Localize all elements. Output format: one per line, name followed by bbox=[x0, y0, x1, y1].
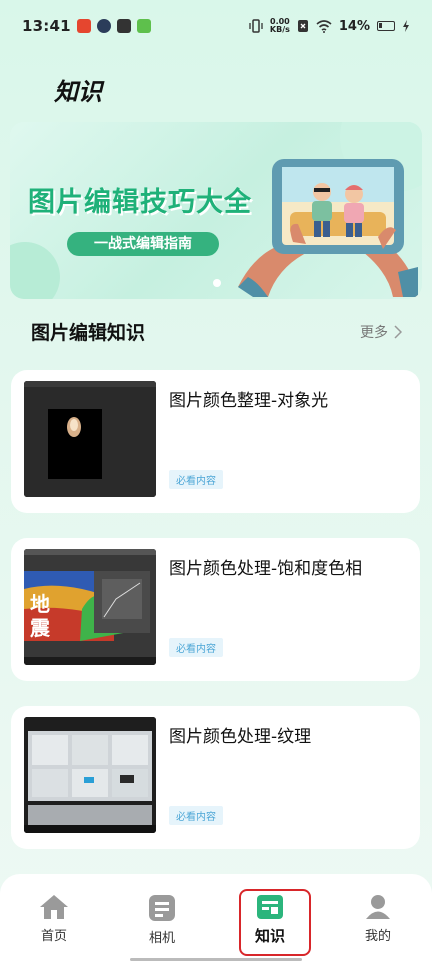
section-title: 图片编辑知识 bbox=[31, 322, 146, 344]
article-thumbnail: 地 震 bbox=[24, 549, 156, 665]
camera-icon bbox=[149, 895, 175, 921]
charging-icon bbox=[403, 20, 409, 32]
article-title: 图片颜色整理-对象光 bbox=[169, 391, 329, 411]
tablet-illustration bbox=[238, 159, 418, 297]
status-bar: 13:41 0.00 KB/s 14% bbox=[0, 0, 432, 52]
must-read-badge: 必看内容 bbox=[169, 806, 223, 825]
article-thumbnail bbox=[24, 381, 156, 497]
page-title: 知识 bbox=[54, 78, 102, 106]
article-title: 图片颜色处理-饱和度色相 bbox=[169, 559, 363, 579]
decor-bubble bbox=[10, 242, 60, 299]
vibrate-icon bbox=[249, 19, 263, 33]
nav-home-label: 首页 bbox=[40, 929, 67, 944]
nav-profile-label: 我的 bbox=[364, 929, 391, 944]
battery-icon bbox=[377, 21, 395, 31]
nav-camera-label: 相机 bbox=[148, 931, 175, 946]
nav-profile[interactable]: 我的 bbox=[338, 894, 418, 944]
banner-title: 图片编辑技巧大全 bbox=[28, 187, 252, 218]
nav-home[interactable]: 首页 bbox=[14, 894, 94, 944]
wifi-icon bbox=[316, 19, 332, 33]
sim-off-icon bbox=[297, 20, 308, 32]
article-card[interactable]: 图片颜色处理-纹理 必看内容 bbox=[11, 706, 420, 849]
status-time: 13:41 bbox=[22, 17, 71, 35]
app-notification-icon bbox=[76, 19, 91, 33]
must-read-badge: 必看内容 bbox=[169, 470, 223, 489]
banner-subtitle: 一战式编辑指南 bbox=[67, 232, 219, 256]
article-thumbnail bbox=[24, 717, 156, 833]
message-icon bbox=[116, 19, 131, 33]
article-title: 图片颜色处理-纹理 bbox=[169, 727, 312, 747]
more-link-label: 更多 bbox=[360, 325, 388, 341]
chevron-right-icon bbox=[394, 325, 402, 339]
home-indicator[interactable] bbox=[130, 958, 302, 961]
bottom-navigation: 首页 相机 知识 我的 bbox=[0, 874, 432, 964]
article-card[interactable]: 图片颜色整理-对象光 必看内容 bbox=[11, 370, 420, 513]
more-link[interactable]: 更多 bbox=[360, 322, 402, 342]
nav-camera[interactable]: 相机 bbox=[122, 894, 202, 946]
active-tab-highlight bbox=[239, 889, 311, 956]
svg-text:震: 震 bbox=[30, 616, 51, 640]
promo-banner[interactable]: 图片编辑技巧大全 一战式编辑指南 bbox=[10, 122, 422, 299]
wechat-icon bbox=[136, 19, 151, 33]
carousel-indicator[interactable] bbox=[213, 279, 221, 287]
article-card[interactable]: 地 震 图片颜色处理-饱和度色相 必看内容 bbox=[11, 538, 420, 681]
battery-percent: 14% bbox=[338, 18, 370, 34]
link-app-icon bbox=[96, 19, 111, 33]
home-icon bbox=[40, 895, 68, 919]
profile-icon bbox=[366, 895, 390, 919]
network-speed: 0.00 KB/s bbox=[269, 17, 290, 34]
must-read-badge: 必看内容 bbox=[169, 638, 223, 657]
svg-text:地: 地 bbox=[30, 592, 50, 616]
